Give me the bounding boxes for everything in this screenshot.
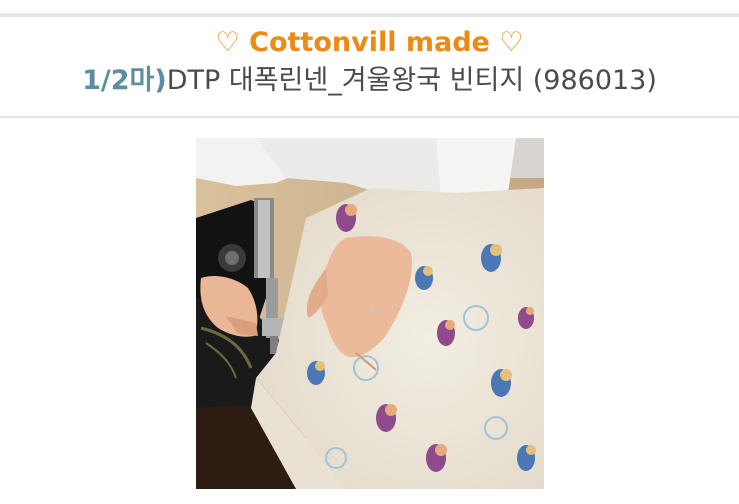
- top-divider: [0, 13, 739, 17]
- product-quantity: 1/2마): [82, 65, 167, 96]
- heart-outline-icon: ♡: [499, 27, 524, 58]
- product-title: 1/2마)DTP 대폭린넨_겨울왕국 빈티지 (986013): [0, 62, 739, 100]
- product-photo: [196, 138, 544, 489]
- brand-banner: ♡ Cottonvill made ♡: [0, 24, 739, 62]
- heart-outline-icon: ♡: [215, 27, 240, 58]
- brand-name: Cottonvill made: [249, 27, 490, 58]
- product-name: DTP 대폭린넨_겨울왕국 빈티지 (986013): [166, 65, 657, 96]
- product-page: ♡ Cottonvill made ♡ 1/2마)DTP 대폭린넨_겨울왕국 빈…: [0, 0, 739, 504]
- section-divider: [0, 116, 739, 118]
